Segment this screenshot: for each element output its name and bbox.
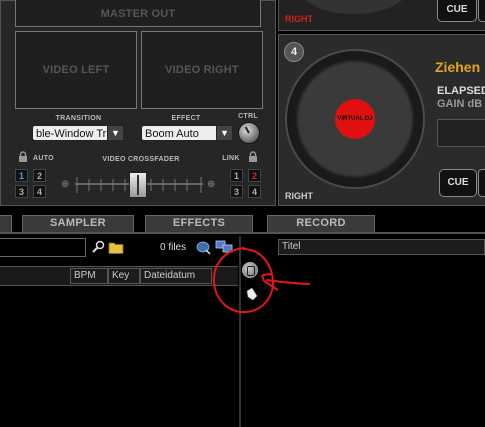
video-right-label: VIDEO RIGHT: [165, 64, 239, 76]
deck-4-number: 4: [284, 42, 304, 62]
search-box[interactable]: [0, 238, 86, 258]
column-dateidatum[interactable]: Dateidatum: [140, 268, 212, 284]
deck-4-side-button[interactable]: [478, 169, 485, 197]
effect-label: EFFECT: [171, 115, 201, 122]
transition-label: TRANSITION: [55, 115, 102, 122]
video-crossfader[interactable]: ⊕ ⊕: [59, 167, 219, 201]
ctrl-knob[interactable]: [238, 122, 260, 144]
column-key[interactable]: Key: [108, 268, 140, 284]
search-options-icon[interactable]: [92, 240, 106, 254]
transition-select[interactable]: ble-Window Tr ▼: [32, 125, 124, 141]
deck-4-platter[interactable]: VIRTUAL DJ: [285, 49, 425, 189]
folder-icon[interactable]: [108, 241, 124, 254]
left-pane-header: BPM Key Dateidatum: [0, 266, 238, 286]
effect-value: Boom Auto: [145, 128, 199, 140]
right-channel-button-2[interactable]: 2: [248, 169, 261, 182]
right-channel-button-1[interactable]: 1: [230, 169, 243, 182]
deck-4-gain-display: [437, 119, 485, 147]
deck-top-side-label: RIGHT: [285, 14, 313, 24]
lock-icon[interactable]: [18, 149, 28, 162]
tab-sampler[interactable]: SAMPLER: [22, 215, 134, 233]
deck-4: 4 VIRTUAL DJ RIGHT Ziehen ELAPSED GAIN d…: [278, 34, 485, 206]
right-channel-button-3[interactable]: 3: [230, 185, 243, 198]
effect-dropdown-icon[interactable]: ▼: [216, 126, 232, 140]
video-crossfader-label: VIDEO CROSSFADER: [102, 156, 180, 163]
column-bpm[interactable]: BPM: [70, 268, 108, 284]
link-label: LINK: [222, 155, 240, 162]
left-channel-button-2[interactable]: 2: [33, 169, 46, 182]
deck-4-gain-label: GAIN dB: [437, 98, 483, 110]
deck-top-platter[interactable]: [299, 0, 409, 14]
crossfader-handle[interactable]: [129, 172, 147, 198]
left-channel-button-1[interactable]: 1: [15, 169, 28, 182]
left-channel-button-4[interactable]: 4: [33, 185, 46, 198]
master-out-label: MASTER OUT: [100, 8, 176, 20]
crossfader-plus-icon: ⊕: [207, 179, 216, 190]
tab-bar: SAMPLER EFFECTS RECORD: [0, 214, 485, 233]
deck-4-side-label: RIGHT: [285, 191, 313, 201]
annotation-arrow-icon: [261, 273, 311, 291]
deck-top: RIGHT CUE: [278, 0, 485, 31]
deck-4-elapsed-label: ELAPSED: [437, 85, 485, 97]
effect-select[interactable]: Boom Auto ▼: [141, 125, 233, 141]
browser-top-rule: [0, 232, 485, 234]
deck-4-cue-label: CUE: [447, 177, 469, 188]
virtual-dj-logo: VIRTUAL DJ: [335, 99, 375, 139]
video-left-label: VIDEO LEFT: [42, 64, 110, 76]
ctrl-label: CTRL: [238, 113, 258, 120]
link-lock-icon[interactable]: [248, 149, 258, 162]
deck-top-side-button[interactable]: [478, 0, 485, 22]
deck-4-title: Ziehen: [435, 59, 481, 75]
left-channel-button-3[interactable]: 3: [15, 185, 28, 198]
deck-top-cue-label: CUE: [446, 4, 468, 15]
tab-browser[interactable]: [0, 215, 12, 233]
video-right-screen: VIDEO RIGHT: [141, 31, 263, 109]
crossfader-minus-icon: ⊕: [61, 179, 70, 190]
search-input[interactable]: [0, 240, 84, 258]
transition-dropdown-icon[interactable]: ▼: [107, 126, 123, 140]
video-panel: MASTER OUT VIDEO LEFT VIDEO RIGHT TRANSI…: [0, 0, 276, 206]
deck-4-cue-button[interactable]: CUE: [439, 169, 477, 197]
deck-top-cue-button[interactable]: CUE: [437, 0, 477, 22]
right-channel-button-4[interactable]: 4: [248, 185, 261, 198]
files-count: 0 files: [160, 242, 187, 253]
transition-value: ble-Window Tr: [36, 128, 107, 140]
tab-effects[interactable]: EFFECTS: [145, 215, 253, 233]
tab-record[interactable]: RECORD: [267, 215, 375, 233]
master-out-screen: MASTER OUT: [15, 0, 261, 27]
video-left-screen: VIDEO LEFT: [15, 31, 137, 109]
auto-label: AUTO: [33, 155, 54, 162]
column-titel[interactable]: Titel: [278, 239, 485, 255]
